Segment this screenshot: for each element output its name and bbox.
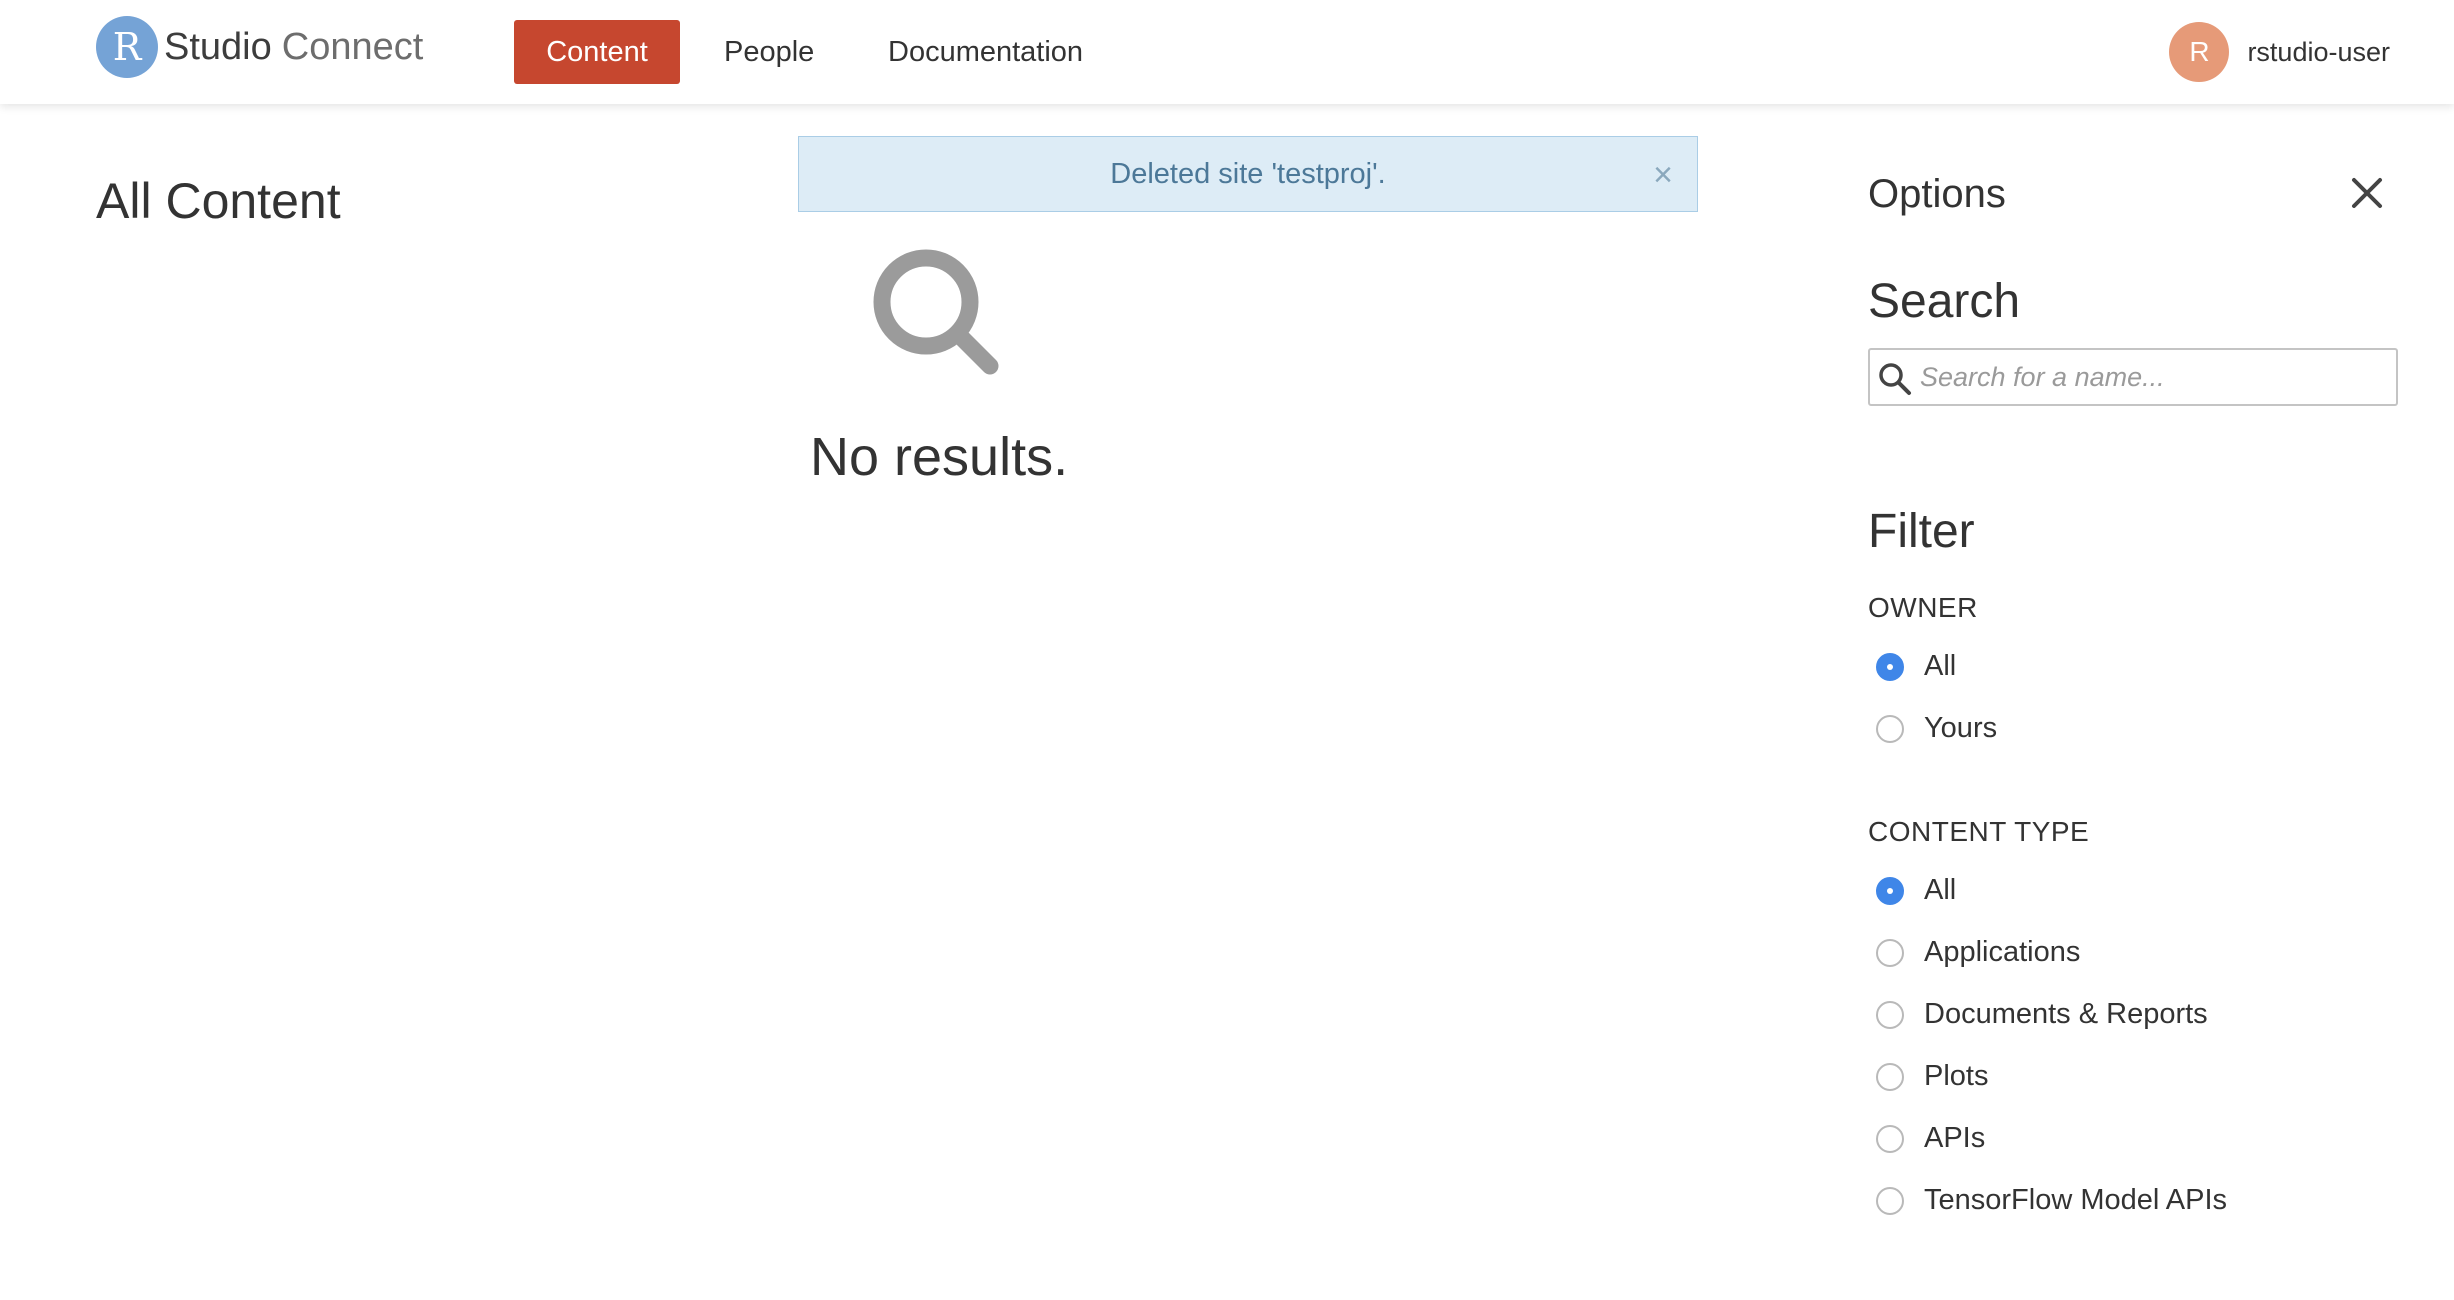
search-icon bbox=[1879, 363, 1911, 395]
content-type-radio-plots[interactable]: Plots bbox=[1876, 1060, 1988, 1093]
radio-button[interactable] bbox=[1876, 652, 1904, 681]
content-type-radio-apis[interactable]: APIs bbox=[1876, 1122, 1985, 1155]
logo-badge: R bbox=[96, 16, 158, 78]
owner-radio-all[interactable]: All bbox=[1876, 650, 1956, 683]
logo-word-studio: Studio bbox=[164, 25, 272, 68]
user-menu[interactable]: R rstudio-user bbox=[2169, 22, 2390, 82]
top-navbar: R Studio Connect Content People Document… bbox=[0, 0, 2454, 104]
radio-button[interactable] bbox=[1876, 1000, 1904, 1029]
content-type-radio-all[interactable]: All bbox=[1876, 874, 1956, 907]
radio-button[interactable] bbox=[1876, 876, 1904, 905]
owner-filter-label: OWNER bbox=[1868, 592, 1978, 623]
radio-button[interactable] bbox=[1876, 938, 1904, 967]
close-icon[interactable] bbox=[2350, 176, 2384, 210]
content-type-radio-documents[interactable]: Documents & Reports bbox=[1876, 998, 2208, 1031]
avatar: R bbox=[2169, 22, 2230, 82]
search-heading: Search bbox=[1868, 275, 2021, 328]
radio-label: Applications bbox=[1924, 936, 2081, 968]
search-field[interactable] bbox=[1868, 348, 2398, 406]
no-results-message: No results. bbox=[810, 427, 1069, 487]
radio-label: All bbox=[1924, 650, 1957, 682]
search-icon bbox=[873, 249, 999, 375]
page-title: All Content bbox=[96, 173, 341, 229]
nav-content-button[interactable]: Content bbox=[514, 20, 680, 84]
options-title: Options bbox=[1868, 172, 2006, 216]
content-type-radio-tensorflow[interactable]: TensorFlow Model APIs bbox=[1876, 1184, 2227, 1217]
rstudio-connect-logo[interactable]: R Studio Connect bbox=[96, 16, 423, 78]
radio-label: Documents & Reports bbox=[1924, 998, 2208, 1030]
owner-radio-yours[interactable]: Yours bbox=[1876, 712, 1997, 745]
radio-button[interactable] bbox=[1876, 1186, 1904, 1215]
radio-button[interactable] bbox=[1876, 1062, 1904, 1091]
nav-documentation-link[interactable]: Documentation bbox=[888, 20, 1083, 84]
nav-people-link[interactable]: People bbox=[724, 20, 814, 84]
content-type-filter-label: CONTENT TYPE bbox=[1868, 816, 2090, 847]
content-type-radio-applications[interactable]: Applications bbox=[1876, 936, 2080, 969]
filter-heading: Filter bbox=[1868, 505, 1975, 558]
radio-button[interactable] bbox=[1876, 714, 1904, 743]
radio-label: All bbox=[1924, 874, 1957, 906]
alert-close-icon[interactable]: × bbox=[1647, 158, 1679, 192]
username: rstudio-user bbox=[2247, 36, 2390, 67]
radio-label: TensorFlow Model APIs bbox=[1924, 1184, 2228, 1216]
radio-button[interactable] bbox=[1876, 1124, 1904, 1153]
alert-message: Deleted site 'testproj'. bbox=[1110, 157, 1386, 190]
logo-word-connect: Connect bbox=[281, 25, 424, 68]
radio-label: Plots bbox=[1924, 1060, 1989, 1092]
radio-label: Yours bbox=[1924, 712, 1998, 744]
alert-banner: Deleted site 'testproj'. × bbox=[798, 136, 1698, 212]
search-input[interactable] bbox=[1920, 350, 2390, 404]
radio-label: APIs bbox=[1924, 1122, 1986, 1154]
